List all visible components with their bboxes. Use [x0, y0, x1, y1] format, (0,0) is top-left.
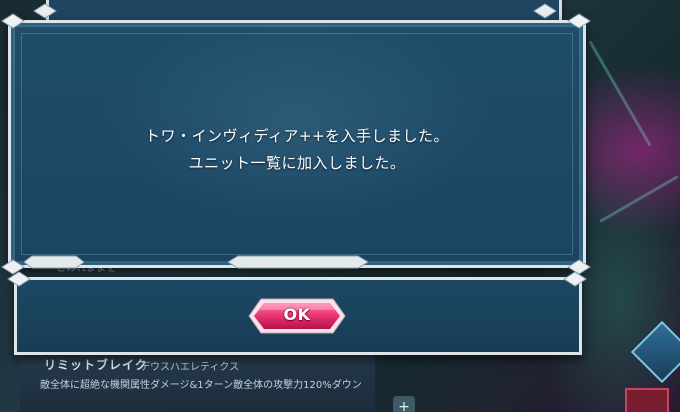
message-line-acquired: トワ・インヴィディア++を入手しました。 — [144, 127, 450, 145]
dialog-bottom-ornament — [227, 254, 369, 270]
corner-ornament — [566, 12, 592, 30]
game-scene: このれままを 18 リミットブレイク デウスハエレティクス 敵全体に超絶な機関属… — [0, 0, 680, 412]
acquisition-dialog: トワ・インヴィディア++を入手しました。 ユニット一覧に加入しました。 — [8, 20, 586, 268]
corner-ornament — [6, 270, 32, 288]
ok-button-label: OK — [283, 305, 311, 324]
corner-ornament — [32, 2, 58, 20]
unit-tile — [625, 388, 669, 412]
corner-ornament — [562, 270, 588, 288]
message-line-added: ユニット一覧に加入しました。 — [188, 154, 406, 172]
corner-ornament — [0, 12, 26, 30]
dialog-bottom-ornament — [23, 254, 85, 270]
dialog-message: トワ・インヴィディア++を入手しました。 ユニット一覧に加入しました。 — [11, 123, 583, 177]
ability-title: リミットブレイク — [44, 358, 148, 372]
ability-description: 敵全体に超絶な機関属性ダメージ&1ターン敵全体の攻撃力120%ダウン — [40, 380, 362, 391]
corner-ornament — [532, 2, 558, 20]
ok-button[interactable]: OK — [247, 296, 347, 336]
plus-icon[interactable]: + — [393, 396, 415, 412]
ability-subtitle: デウスハエレティクス — [140, 362, 240, 373]
